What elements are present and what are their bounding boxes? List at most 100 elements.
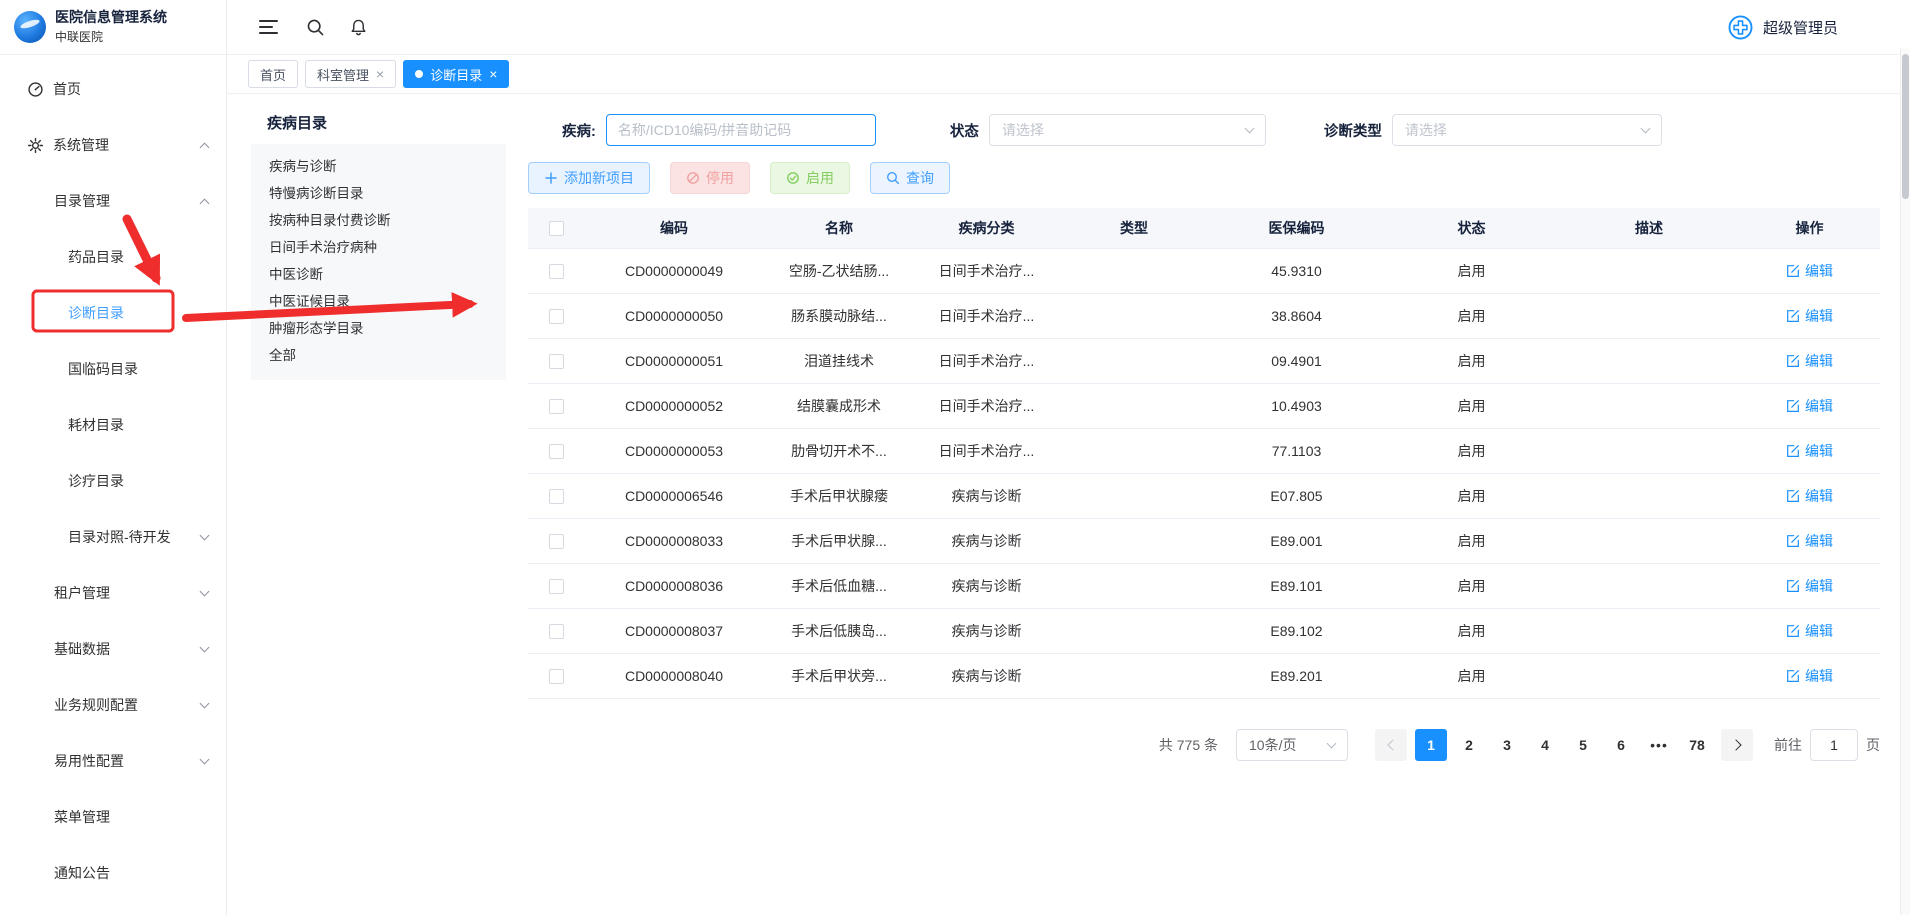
disease-search-input[interactable]: [606, 114, 876, 146]
row-checkbox[interactable]: [549, 624, 564, 639]
page-button-2[interactable]: 2: [1453, 729, 1485, 761]
row-checkbox[interactable]: [549, 534, 564, 549]
row-checkbox[interactable]: [549, 669, 564, 684]
close-icon[interactable]: ×: [376, 67, 384, 81]
close-icon[interactable]: ×: [489, 67, 497, 81]
sidebar-item-catalog-mapping-todo[interactable]: 目录对照-待开发: [0, 509, 226, 565]
catalog-item-label: 全部: [269, 348, 296, 363]
row-checkbox[interactable]: [549, 444, 564, 459]
edit-button[interactable]: 编辑: [1786, 396, 1833, 416]
sidebar-item-diagnosis-catalog[interactable]: 诊断目录: [0, 285, 226, 341]
edit-button[interactable]: 编辑: [1786, 621, 1833, 641]
sidebar-item-consumables-catalog[interactable]: 耗材目录: [0, 397, 226, 453]
tab-home[interactable]: 首页: [248, 60, 298, 88]
pagination-more-icon[interactable]: •••: [1643, 729, 1675, 761]
row-checkbox[interactable]: [549, 489, 564, 504]
select-all-checkbox[interactable]: [549, 221, 564, 236]
check-circle-icon: [786, 171, 800, 185]
edit-button[interactable]: 编辑: [1786, 486, 1833, 506]
row-checkbox[interactable]: [549, 579, 564, 594]
cell-status: 启用: [1384, 486, 1559, 506]
row-checkbox[interactable]: [549, 264, 564, 279]
diagnosis-type-select[interactable]: 请选择: [1392, 114, 1662, 146]
window-scrollbar[interactable]: [1900, 48, 1910, 915]
sidebar-item-label: 诊疗目录: [68, 471, 124, 491]
sidebar-item-usability-config[interactable]: 易用性配置: [0, 733, 226, 789]
cell-insurance-code: E89.201: [1209, 668, 1384, 684]
sidebar-item-national-clinical-code-catalog[interactable]: 国临码目录: [0, 341, 226, 397]
query-button[interactable]: 查询: [870, 162, 950, 194]
row-checkbox[interactable]: [549, 399, 564, 414]
edit-button[interactable]: 编辑: [1786, 306, 1833, 326]
tabbar: 首页 科室管理 × 诊断目录 ×: [227, 55, 1910, 94]
notification-bell-icon[interactable]: [349, 18, 368, 37]
menu-toggle-icon[interactable]: [259, 20, 278, 34]
tab-department-management[interactable]: 科室管理 ×: [305, 60, 396, 88]
page-button-78[interactable]: 78: [1681, 729, 1713, 761]
tab-diagnosis-catalog[interactable]: 诊断目录 ×: [403, 60, 509, 88]
page-size-select[interactable]: 10条/页: [1236, 729, 1348, 761]
catalog-item[interactable]: 疾病与诊断: [251, 153, 506, 180]
sidebar-item-drug-catalog[interactable]: 药品目录: [0, 229, 226, 285]
edit-button[interactable]: 编辑: [1786, 261, 1833, 281]
next-page-button[interactable]: [1721, 729, 1753, 761]
add-item-button[interactable]: 添加新项目: [528, 162, 650, 194]
page-button-3[interactable]: 3: [1491, 729, 1523, 761]
sidebar-item-tenant-management[interactable]: 租户管理: [0, 565, 226, 621]
status-select[interactable]: 请选择: [989, 114, 1266, 146]
sidebar-item-system-management[interactable]: 系统管理: [0, 117, 226, 173]
edit-button[interactable]: 编辑: [1786, 531, 1833, 551]
page-button-1[interactable]: 1: [1415, 729, 1447, 761]
sidebar-item-notice-announcement[interactable]: 通知公告: [0, 845, 226, 901]
magnifier-icon: [886, 171, 900, 185]
chevron-down-icon: [200, 587, 210, 597]
prev-page-button[interactable]: [1375, 729, 1407, 761]
edit-button[interactable]: 编辑: [1786, 576, 1833, 596]
enable-button[interactable]: 启用: [770, 162, 850, 194]
sidebar-item-menu-management[interactable]: 菜单管理: [0, 789, 226, 845]
row-checkbox[interactable]: [549, 354, 564, 369]
row-checkbox[interactable]: [549, 309, 564, 324]
table-row: CD0000000050 肠系膜动脉结... 日间手术治疗... 38.8604…: [528, 294, 1880, 339]
search-icon[interactable]: [306, 18, 325, 37]
edit-button-label: 编辑: [1805, 396, 1833, 416]
user-menu[interactable]: 超级管理员: [1727, 14, 1838, 41]
scrollbar-thumb[interactable]: [1902, 54, 1909, 199]
page-button-5[interactable]: 5: [1567, 729, 1599, 761]
edit-button[interactable]: 编辑: [1786, 351, 1833, 371]
cell-status: 启用: [1384, 666, 1559, 686]
column-header: 操作: [1739, 218, 1880, 238]
catalog-panel-title: 疾病目录: [251, 112, 506, 144]
cell-disease-category: 日间手术治疗...: [914, 351, 1059, 371]
row-select-cell: [528, 668, 584, 685]
edit-button[interactable]: 编辑: [1786, 666, 1833, 686]
sidebar-item-treatment-catalog[interactable]: 诊疗目录: [0, 453, 226, 509]
catalog-item[interactable]: 按病种目录付费诊断: [251, 207, 506, 234]
catalog-item[interactable]: 特慢病诊断目录: [251, 180, 506, 207]
goto-page-input[interactable]: [1810, 729, 1858, 761]
sidebar-item-label: 目录对照-待开发: [68, 527, 171, 547]
plus-icon: [544, 171, 558, 185]
toolbar: 添加新项目 停用 启用 查询: [528, 162, 1880, 194]
page-button-6[interactable]: 6: [1605, 729, 1637, 761]
disable-button[interactable]: 停用: [670, 162, 750, 194]
page-button-4[interactable]: 4: [1529, 729, 1561, 761]
catalog-item[interactable]: 中医证候目录: [251, 288, 506, 315]
sidebar-item-catalog-management[interactable]: 目录管理: [0, 173, 226, 229]
cell-code: CD0000000052: [584, 398, 764, 414]
catalog-item[interactable]: 肿瘤形态学目录: [251, 315, 506, 342]
catalog-item[interactable]: 中医诊断: [251, 261, 506, 288]
sidebar-item-business-rules-config[interactable]: 业务规则配置: [0, 677, 226, 733]
cell-actions: 编辑: [1739, 621, 1880, 641]
catalog-item-label: 按病种目录付费诊断: [269, 213, 391, 228]
edit-button[interactable]: 编辑: [1786, 441, 1833, 461]
sidebar-item-label: 诊断目录: [68, 303, 124, 323]
sidebar-item-label: 目录管理: [54, 191, 110, 211]
catalog-item[interactable]: 日间手术治疗病种: [251, 234, 506, 261]
catalog-item[interactable]: 全部: [251, 342, 506, 369]
sidebar-item-basic-data[interactable]: 基础数据: [0, 621, 226, 677]
catalog-item-label: 日间手术治疗病种: [269, 240, 377, 255]
gear-icon: [26, 136, 44, 154]
edit-pen-icon: [1786, 669, 1800, 683]
sidebar-item-home[interactable]: 首页: [0, 61, 226, 117]
